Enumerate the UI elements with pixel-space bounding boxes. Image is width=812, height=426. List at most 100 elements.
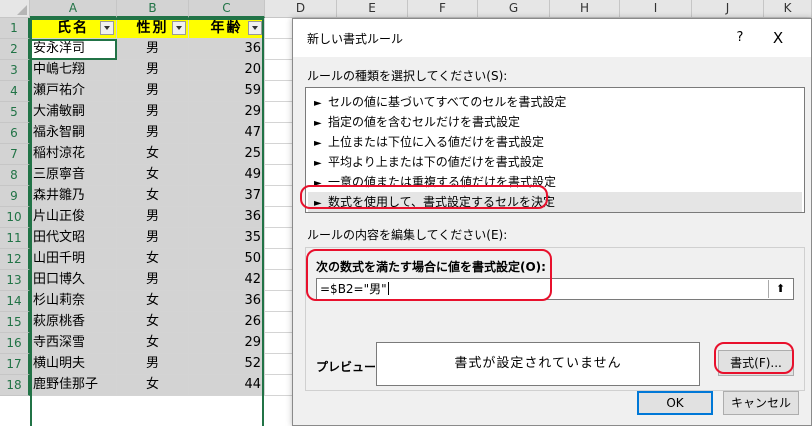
row-header[interactable]: 2 (0, 39, 30, 60)
format-button[interactable]: 書式(F)... (718, 350, 794, 376)
gender-cell[interactable]: 女 (117, 249, 189, 270)
age-cell[interactable]: 36 (189, 39, 265, 60)
gender-cell[interactable]: 男 (117, 102, 189, 123)
column-header-d[interactable]: D (265, 0, 337, 18)
row-header[interactable]: 14 (0, 291, 30, 312)
gender-cell[interactable]: 女 (117, 333, 189, 354)
column-header-c[interactable]: C (189, 0, 265, 18)
filter-dropdown-icon[interactable] (100, 21, 114, 35)
age-cell[interactable]: 26 (189, 312, 265, 333)
row-header[interactable]: 15 (0, 312, 30, 333)
select-all-corner[interactable] (0, 0, 30, 18)
collapse-dialog-icon[interactable]: ⬆ (768, 280, 792, 298)
age-cell[interactable]: 35 (189, 228, 265, 249)
rule-type-item[interactable]: ► セルの値に基づいてすべてのセルを書式設定 (308, 92, 802, 112)
gender-cell[interactable]: 男 (117, 354, 189, 375)
gender-cell[interactable]: 男 (117, 39, 189, 60)
name-cell[interactable]: 片山正俊 (30, 207, 117, 228)
age-cell[interactable]: 20 (189, 60, 265, 81)
active-cell[interactable]: 安永洋司 (30, 39, 117, 60)
column-header-j[interactable]: J (692, 0, 764, 18)
gender-cell[interactable]: 女 (117, 291, 189, 312)
rule-type-item[interactable]: ► 上位または下位に入る値だけを書式設定 (308, 132, 802, 152)
row-header[interactable]: 3 (0, 60, 30, 81)
rule-type-item[interactable]: ► 一意の値または重複する値だけを書式設定 (308, 172, 802, 192)
name-cell[interactable]: 森井雛乃 (30, 186, 117, 207)
name-header-cell[interactable]: 氏名 (30, 18, 117, 39)
row-header[interactable]: 12 (0, 249, 30, 270)
row-header[interactable]: 9 (0, 186, 30, 207)
age-cell[interactable]: 52 (189, 354, 265, 375)
column-header-h[interactable]: H (550, 0, 620, 18)
rule-type-item[interactable]: ► 平均より上または下の値だけを書式設定 (308, 152, 802, 172)
formula-input[interactable]: =$B2="男" (316, 278, 794, 300)
column-header-e[interactable]: E (337, 0, 408, 18)
name-cell[interactable]: 田口博久 (30, 270, 117, 291)
name-cell[interactable]: 鹿野佳那子 (30, 375, 117, 396)
gender-cell[interactable]: 男 (117, 270, 189, 291)
gender-cell[interactable]: 男 (117, 123, 189, 144)
column-header-g[interactable]: G (478, 0, 550, 18)
help-button[interactable]: ? (725, 27, 755, 49)
gender-cell[interactable]: 男 (117, 228, 189, 249)
name-cell[interactable]: 瀬戸祐介 (30, 81, 117, 102)
age-cell[interactable]: 37 (189, 186, 265, 207)
age-cell[interactable]: 47 (189, 123, 265, 144)
age-cell[interactable]: 29 (189, 102, 265, 123)
rule-type-item[interactable]: ► 数式を使用して、書式設定するセルを決定 (308, 192, 802, 212)
gender-cell[interactable]: 男 (117, 81, 189, 102)
name-cell[interactable]: 稲村涼花 (30, 144, 117, 165)
gender-cell[interactable]: 女 (117, 312, 189, 333)
close-button[interactable]: X (763, 27, 793, 49)
name-cell[interactable]: 三原寧音 (30, 165, 117, 186)
age-cell[interactable]: 59 (189, 81, 265, 102)
cancel-button[interactable]: キャンセル (723, 391, 799, 415)
name-cell[interactable]: 寺西深雪 (30, 333, 117, 354)
row-header[interactable]: 1 (0, 18, 30, 39)
gender-cell[interactable]: 女 (117, 375, 189, 396)
name-cell[interactable]: 杉山莉奈 (30, 291, 117, 312)
gender-cell[interactable]: 男 (117, 207, 189, 228)
name-cell[interactable]: 横山明夫 (30, 354, 117, 375)
rule-type-list[interactable]: ► セルの値に基づいてすべてのセルを書式設定 ► 指定の値を含むセルだけを書式設定 ► 上… (305, 87, 805, 213)
name-cell[interactable]: 山田千明 (30, 249, 117, 270)
column-header-i[interactable]: I (620, 0, 692, 18)
dialog-titlebar[interactable]: 新しい書式ルール ? X (293, 19, 811, 57)
age-cell[interactable]: 49 (189, 165, 265, 186)
column-header-f[interactable]: F (408, 0, 478, 18)
column-header-a[interactable]: A (30, 0, 117, 18)
gender-cell[interactable]: 女 (117, 186, 189, 207)
age-cell[interactable]: 25 (189, 144, 265, 165)
name-cell[interactable]: 福永智嗣 (30, 123, 117, 144)
column-header-b[interactable]: B (117, 0, 189, 18)
gender-cell[interactable]: 女 (117, 144, 189, 165)
row-header[interactable]: 17 (0, 354, 30, 375)
age-header-cell[interactable]: 年齢 (189, 18, 265, 39)
rule-type-item[interactable]: ► 指定の値を含むセルだけを書式設定 (308, 112, 802, 132)
row-header[interactable]: 10 (0, 207, 30, 228)
name-cell[interactable]: 萩原桃香 (30, 312, 117, 333)
filter-dropdown-icon[interactable] (248, 21, 262, 35)
row-header[interactable]: 5 (0, 102, 30, 123)
age-cell[interactable]: 50 (189, 249, 265, 270)
gender-cell[interactable]: 女 (117, 165, 189, 186)
age-cell[interactable]: 36 (189, 207, 265, 228)
row-header[interactable]: 16 (0, 333, 30, 354)
name-cell[interactable]: 中嶋七翔 (30, 60, 117, 81)
row-header[interactable]: 6 (0, 123, 30, 144)
row-header[interactable]: 13 (0, 270, 30, 291)
age-cell[interactable]: 42 (189, 270, 265, 291)
row-header[interactable]: 11 (0, 228, 30, 249)
gender-header-cell[interactable]: 性別 (117, 18, 189, 39)
name-cell[interactable]: 田代文昭 (30, 228, 117, 249)
gender-cell[interactable]: 男 (117, 60, 189, 81)
column-header-k[interactable]: K (764, 0, 812, 18)
age-cell[interactable]: 36 (189, 291, 265, 312)
age-cell[interactable]: 44 (189, 375, 265, 396)
row-header[interactable]: 4 (0, 81, 30, 102)
row-header[interactable]: 18 (0, 375, 30, 396)
ok-button[interactable]: OK (637, 391, 713, 415)
age-cell[interactable]: 29 (189, 333, 265, 354)
row-header[interactable]: 7 (0, 144, 30, 165)
name-cell[interactable]: 大浦敏嗣 (30, 102, 117, 123)
